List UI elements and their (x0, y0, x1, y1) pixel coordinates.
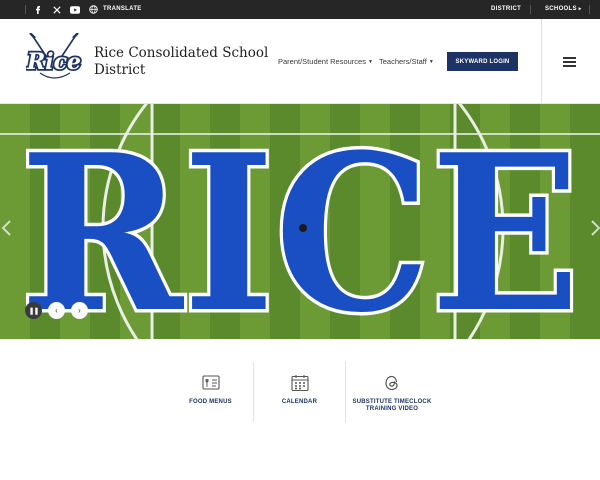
caret-right-icon: ▸ (578, 6, 582, 12)
pause-icon: ❚❚ (28, 307, 40, 315)
quick-link-label: SUBSTITUTE TIMECLOCK TRAINING VIDEO (346, 399, 438, 413)
skyward-login-button[interactable]: SKYWARD LOGIN (447, 52, 518, 71)
district-link[interactable]: DISTRICT (491, 6, 521, 12)
label-line: TRAINING VIDEO (365, 406, 419, 412)
x-icon[interactable] (51, 4, 62, 15)
previous-slide-button[interactable]: ‹ (48, 302, 65, 319)
quick-link-label: CALENDAR (281, 399, 318, 405)
schools-dropdown[interactable]: SCHOOLS ▸ (545, 6, 582, 12)
district-name[interactable]: Rice Consolidated School District (94, 45, 269, 79)
nav-parent-student-resources[interactable]: Parent/Student Resources ▼ (278, 57, 373, 66)
youtube-icon[interactable] (69, 4, 80, 15)
divider (589, 5, 590, 14)
pause-button[interactable]: ❚❚ (25, 302, 42, 319)
quick-link-label: FOOD MENUS (189, 399, 232, 405)
field-lettering: RICE (20, 107, 580, 339)
nav-label: Teachers/Staff (379, 57, 427, 66)
divider (25, 5, 26, 14)
globe-icon[interactable] (88, 4, 99, 15)
nav-teachers-staff[interactable]: Teachers/Staff ▼ (379, 57, 434, 66)
nav-label: Parent/Student Resources (278, 57, 366, 66)
divider (530, 5, 531, 14)
utility-bar: TRANSLATE DISTRICT SCHOOLS ▸ (0, 0, 600, 19)
calendar-icon (290, 374, 309, 392)
quick-link-calendar[interactable]: CALENDAR (254, 362, 345, 422)
schools-label: SCHOOLS (545, 6, 577, 12)
logo-wordmark: Rice (26, 49, 81, 75)
threads-icon (383, 374, 401, 392)
caret-down-icon: ▼ (367, 59, 373, 65)
quick-link-food-menus[interactable]: FOOD MENUS (168, 362, 253, 422)
chevron-right-icon: › (78, 306, 81, 315)
divider (541, 19, 542, 104)
label-line: SUBSTITUTE TIMECLOCK (352, 399, 432, 405)
hamburger-menu-icon[interactable] (563, 56, 577, 67)
district-logo[interactable]: Rice (24, 32, 83, 85)
hero-slideshow: RICE (0, 104, 600, 339)
hero-image: RICE (0, 104, 600, 339)
quick-link-substitute-timeclock[interactable]: SUBSTITUTE TIMECLOCK TRAINING VIDEO (346, 362, 438, 422)
next-slide-button[interactable]: › (71, 302, 88, 319)
translate-link[interactable]: TRANSLATE (103, 6, 142, 12)
chevron-left-icon: ‹ (55, 306, 58, 315)
caret-down-icon: ▼ (428, 59, 434, 65)
facebook-icon[interactable] (32, 4, 43, 15)
site-header: Rice Rice Consolidated School District P… (0, 19, 600, 104)
food-menu-icon (201, 374, 220, 392)
